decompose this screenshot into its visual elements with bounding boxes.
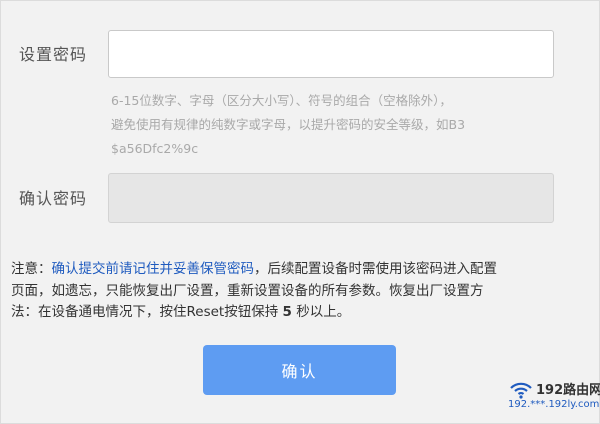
notice-line3-start: 法：在设备通电情况下，按住Reset按钮保持: [11, 304, 279, 320]
confirm-password-input[interactable]: [108, 173, 554, 223]
notice-prefix: 注意：: [11, 261, 52, 277]
confirm-button-label: 确认: [281, 362, 318, 381]
watermark-title: 192路由网: [536, 383, 600, 398]
password-setup-panel: 设置密码 6-15位数字、字母（区分大小写）、符号的组合（空格除外）， 避免使用…: [0, 0, 600, 424]
watermark-url: 192.***.192ly.com: [508, 399, 600, 410]
password-input[interactable]: [108, 30, 554, 78]
notice-seconds: 5: [282, 304, 292, 320]
password-label: 设置密码: [19, 45, 88, 64]
notice-line2: 页面，如遗忘，只能恢复出厂设置，重新设置设备的所有参数。恢复出厂设置方: [11, 282, 484, 299]
notice-emphasis: 确认提交前请记住并妥善保管密码: [51, 261, 255, 277]
wifi-icon: [510, 382, 532, 399]
hint-line: 避免使用有规律的纯数字或字母，以提升密码的安全等级，如B3: [111, 117, 466, 132]
notice-line3-end: 秒以上。: [296, 304, 351, 320]
watermark: 192路由网 192.***.192ly.com: [506, 379, 600, 423]
hint-line: 6-15位数字、字母（区分大小写）、符号的组合（空格除外），: [111, 93, 452, 108]
confirm-password-label: 确认密码: [19, 189, 88, 208]
notice-line1: ，后续配置设备时需使用该密码进入配置: [254, 261, 497, 277]
password-hint: 6-15位数字、字母（区分大小写）、符号的组合（空格除外）， 避免使用有规律的纯…: [111, 89, 581, 161]
confirm-button[interactable]: 确认: [203, 345, 396, 395]
notice-text: 注意：确认提交前请记住并妥善保管密码，后续配置设备时需使用该密码进入配置 页面，…: [11, 259, 591, 324]
hint-line: $a56Dfc2%9c: [111, 141, 199, 156]
